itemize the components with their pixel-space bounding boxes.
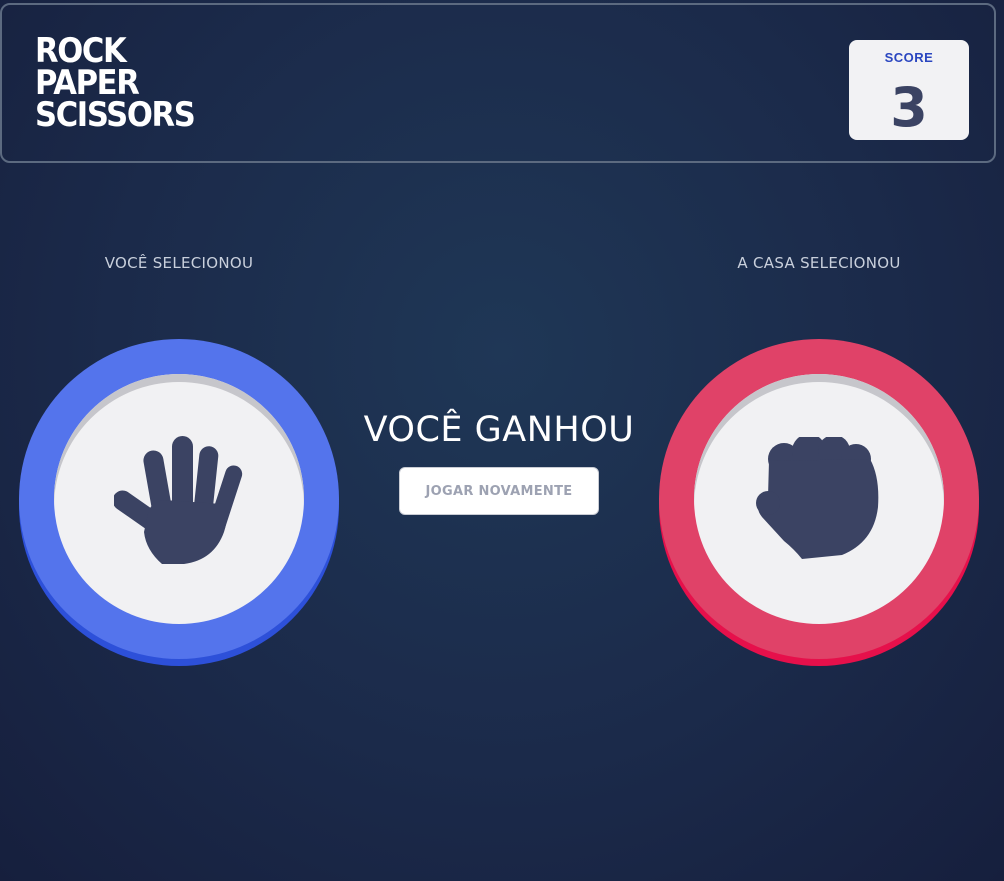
header-bar: ROCK PAPER SCISSORS SCORE 3 — [0, 3, 996, 163]
score-value: 3 — [890, 76, 928, 139]
hand-paper-icon — [114, 435, 243, 564]
result-text: VOCÊ GANHOU — [363, 410, 635, 450]
player-pick-label: VOCÊ SELECIONOU — [104, 254, 254, 272]
score-box: SCORE 3 — [849, 40, 969, 140]
play-again-button[interactable]: JOGAR NOVAMENTE — [399, 467, 599, 515]
player-token-face — [54, 374, 304, 624]
house-rock-token — [659, 339, 979, 659]
result-area: VOCÊ GANHOU — [349, 405, 649, 455]
game-title: ROCK PAPER SCISSORS — [35, 34, 196, 135]
hand-rock-icon — [756, 436, 879, 559]
house-token-face — [694, 374, 944, 624]
player-paper-token — [19, 339, 339, 659]
title-line-scissors: SCISSORS — [35, 95, 196, 135]
score-label: SCORE — [884, 50, 934, 65]
house-pick-label: A CASA SELECIONOU — [737, 254, 901, 272]
